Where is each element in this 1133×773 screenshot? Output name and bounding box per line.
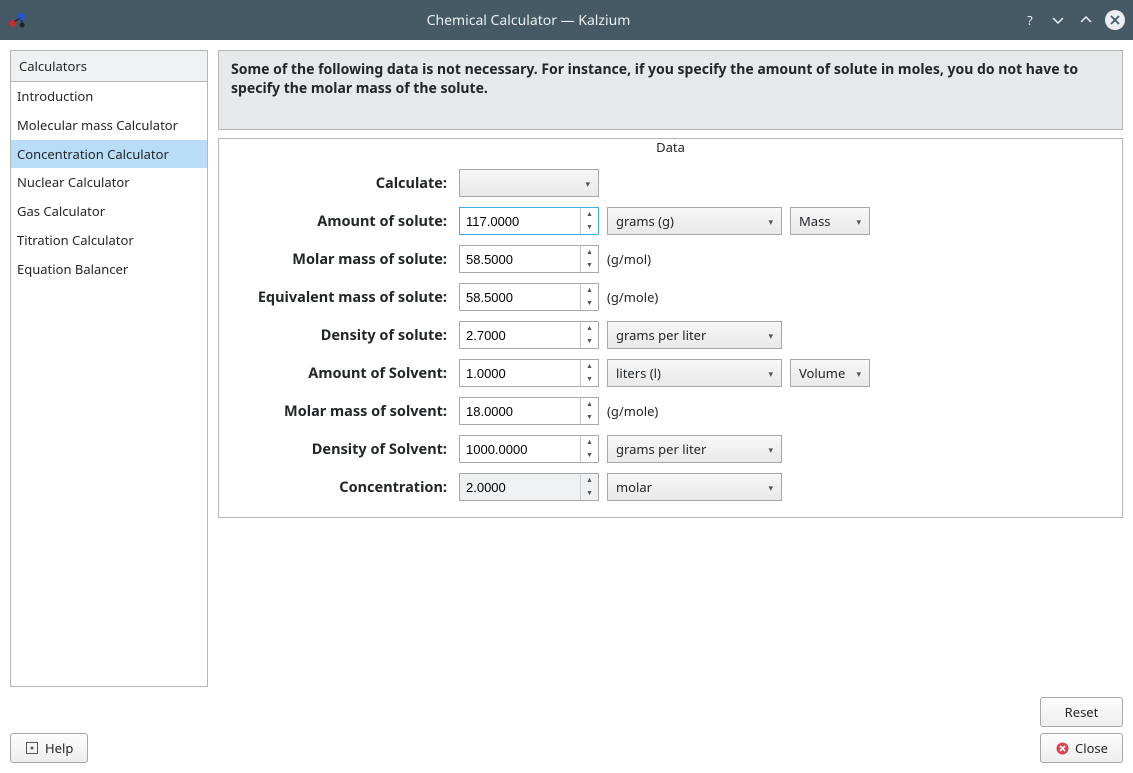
sidebar-item-gas[interactable]: Gas Calculator (11, 197, 207, 226)
label-density-solvent: Density of Solvent: (231, 439, 451, 459)
label-molar-mass-solvent: Molar mass of solvent: (231, 401, 451, 421)
help-button[interactable]: Help (10, 733, 88, 763)
close-icon (1055, 741, 1069, 755)
chevron-down-icon: ▾ (764, 215, 777, 228)
chevron-down-icon: ▾ (764, 367, 777, 380)
sidebar-item-molecular-mass[interactable]: Molecular mass Calculator (11, 111, 207, 140)
window-title: Chemical Calculator — Kalzium (36, 11, 1021, 30)
chevron-down-icon: ▾ (764, 443, 777, 456)
label-amount-solute: Amount of solute: (231, 211, 451, 231)
sidebar-item-nuclear[interactable]: Nuclear Calculator (11, 168, 207, 197)
label-concentration: Concentration: (231, 477, 451, 497)
info-banner: Some of the following data is not necess… (218, 50, 1123, 130)
maximize-button[interactable] (1077, 11, 1095, 29)
close-window-button[interactable] (1105, 10, 1125, 30)
density-solute-unit-select[interactable]: grams per liter ▾ (607, 321, 782, 349)
label-molar-mass-solute: Molar mass of solute: (231, 249, 451, 269)
molar-mass-solute-suffix: (g/mol) (607, 250, 782, 268)
step-up-icon[interactable]: ▲ (581, 284, 598, 297)
amount-solvent-unit-select[interactable]: liters (l) ▾ (607, 359, 782, 387)
step-down-icon[interactable]: ▼ (581, 221, 598, 234)
chevron-down-icon: ▾ (764, 481, 777, 494)
dialog-footer: Help Reset Close (10, 687, 1123, 763)
sidebar-header: Calculators (11, 51, 207, 82)
help-icon (25, 741, 39, 755)
molar-mass-solvent-input[interactable]: ▲▼ (459, 397, 599, 425)
reset-button[interactable]: Reset (1040, 697, 1123, 727)
sidebar-item-introduction[interactable]: Introduction (11, 82, 207, 111)
amount-solute-unit-select[interactable]: grams (g) ▾ (607, 207, 782, 235)
step-down-icon[interactable]: ▼ (581, 297, 598, 310)
step-down-icon[interactable]: ▼ (581, 449, 598, 462)
density-solute-input[interactable]: ▲▼ (459, 321, 599, 349)
label-equiv-mass-solute: Equivalent mass of solute: (231, 287, 451, 307)
main-pane: Some of the following data is not necess… (218, 50, 1123, 687)
step-up-icon[interactable]: ▲ (581, 436, 598, 449)
step-up-icon[interactable]: ▲ (581, 322, 598, 335)
app-icon (8, 10, 28, 30)
step-down-icon[interactable]: ▼ (581, 259, 598, 272)
equiv-mass-solute-suffix: (g/mole) (607, 288, 782, 306)
help-titlebar-button[interactable]: ? (1021, 11, 1039, 29)
chevron-down-icon: ▾ (764, 329, 777, 342)
sidebar-item-titration[interactable]: Titration Calculator (11, 226, 207, 255)
concentration-input[interactable]: ▲▼ (459, 473, 599, 501)
titlebar: Chemical Calculator — Kalzium ? (0, 0, 1133, 40)
step-up-icon[interactable]: ▲ (581, 360, 598, 373)
step-down-icon[interactable]: ▼ (581, 487, 598, 500)
chevron-down-icon: ▾ (852, 215, 865, 228)
sidebar-list: Introduction Molecular mass Calculator C… (11, 82, 207, 686)
label-density-solute: Density of solute: (231, 325, 451, 345)
molar-mass-solvent-suffix: (g/mole) (607, 402, 782, 420)
label-amount-solvent: Amount of Solvent: (231, 363, 451, 383)
step-down-icon[interactable]: ▼ (581, 373, 598, 386)
calculate-select[interactable]: ▾ (459, 169, 599, 197)
step-up-icon[interactable]: ▲ (581, 246, 598, 259)
density-solvent-unit-select[interactable]: grams per liter ▾ (607, 435, 782, 463)
chevron-down-icon: ▾ (852, 367, 865, 380)
step-down-icon[interactable]: ▼ (581, 335, 598, 348)
step-up-icon[interactable]: ▲ (581, 208, 598, 221)
step-up-icon[interactable]: ▲ (581, 398, 598, 411)
amount-solvent-mode-select[interactable]: Volume ▾ (790, 359, 870, 387)
step-up-icon[interactable]: ▲ (581, 474, 598, 487)
concentration-unit-select[interactable]: molar ▾ (607, 473, 782, 501)
minimize-button[interactable] (1049, 11, 1067, 29)
density-solvent-input[interactable]: ▲▼ (459, 435, 599, 463)
window-controls: ? (1021, 10, 1125, 30)
data-legend: Data (219, 140, 1122, 154)
sidebar-item-equation-balancer[interactable]: Equation Balancer (11, 255, 207, 284)
label-calculate: Calculate: (231, 173, 451, 193)
sidebar: Calculators Introduction Molecular mass … (10, 50, 208, 687)
chevron-down-icon: ▾ (581, 177, 594, 190)
close-button[interactable]: Close (1040, 733, 1123, 763)
data-groupbox: Data Calculate: ▾ Amount of solute: ▲▼ (218, 138, 1123, 518)
step-down-icon[interactable]: ▼ (581, 411, 598, 424)
amount-solute-input[interactable]: ▲▼ (459, 207, 599, 235)
molar-mass-solute-input[interactable]: ▲▼ (459, 245, 599, 273)
equiv-mass-solute-input[interactable]: ▲▼ (459, 283, 599, 311)
sidebar-item-concentration[interactable]: Concentration Calculator (11, 140, 207, 169)
amount-solute-mode-select[interactable]: Mass ▾ (790, 207, 870, 235)
amount-solvent-input[interactable]: ▲▼ (459, 359, 599, 387)
